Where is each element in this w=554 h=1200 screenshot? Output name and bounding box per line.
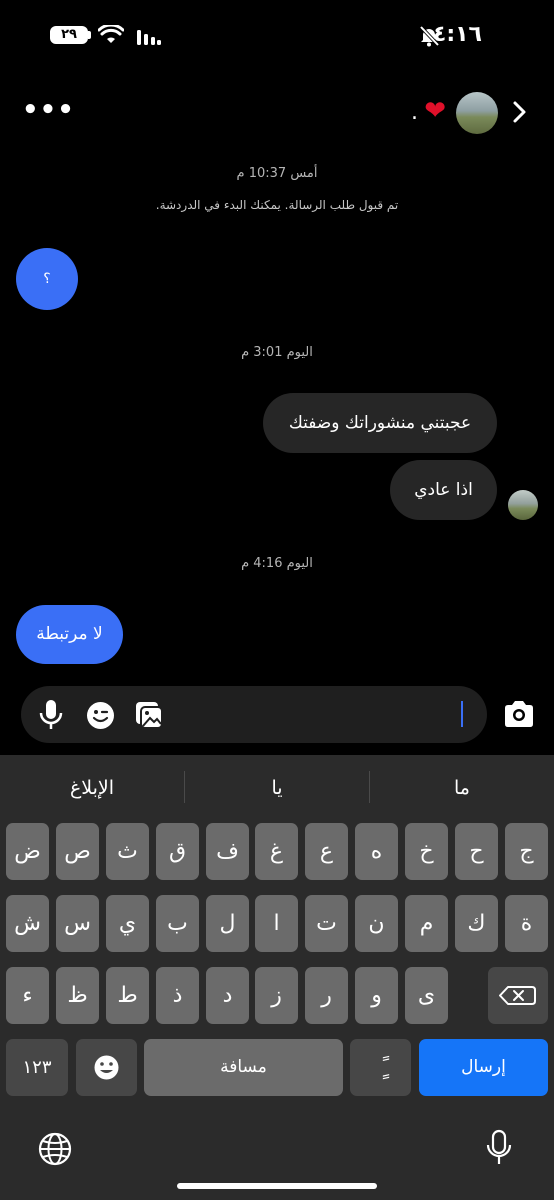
key[interactable]: ف [206,823,249,880]
received-message[interactable]: اذا عادي [390,460,497,520]
key[interactable]: ص [56,823,99,880]
timestamp: اليوم 3:01 م [241,345,313,360]
key[interactable]: س [56,895,99,952]
sticker-icon[interactable] [86,701,115,730]
key[interactable]: ء [6,967,49,1024]
chevron-right-icon[interactable] [508,100,532,124]
timestamp: أمس 10:37 م [236,166,318,181]
contact-name[interactable]: . [411,100,418,125]
sent-message[interactable]: ؟ [16,248,78,310]
key[interactable]: ي [106,895,149,952]
key[interactable]: ظ [56,967,99,1024]
key[interactable]: ق [156,823,199,880]
key[interactable]: ر [305,967,348,1024]
battery-indicator: ٢٩ [50,26,88,44]
key[interactable]: ج [505,823,548,880]
sender-avatar[interactable] [508,490,538,520]
emoji-key[interactable] [76,1039,137,1096]
battery-tip [88,31,91,39]
suggestion[interactable]: يا [185,771,369,805]
microphone-icon[interactable] [38,699,64,731]
key[interactable]: غ [255,823,298,880]
timestamp: اليوم 4:16 م [241,556,313,571]
key[interactable]: ذ [156,967,199,1024]
key[interactable]: ث [106,823,149,880]
wifi-icon [98,25,124,43]
space-key[interactable]: مسافة [144,1039,343,1096]
system-message: تم قبول طلب الرسالة. يمكنك البدء في الدر… [155,198,399,212]
signal-icon [137,30,161,45]
backspace-icon [499,986,536,1005]
diacritic-key[interactable]: ًٍ [350,1039,411,1096]
key[interactable]: ط [106,967,149,1024]
key[interactable]: ع [305,823,348,880]
key[interactable]: ش [6,895,49,952]
heart-emoji: ❤ [424,96,446,126]
home-indicator [177,1183,377,1189]
emoji-icon [94,1055,119,1080]
received-message[interactable]: عجبتني منشوراتك وضفتك [263,393,497,453]
key[interactable]: ض [6,823,49,880]
key[interactable]: ت [305,895,348,952]
backspace-key[interactable] [488,967,548,1024]
globe-icon[interactable] [37,1131,73,1167]
key[interactable]: د [206,967,249,1024]
sent-message[interactable]: لا مرتبطة [16,605,123,664]
send-key[interactable]: إرسال [419,1039,548,1096]
key[interactable]: ى [405,967,448,1024]
suggestion[interactable]: الإبلاغ [0,771,184,805]
numbers-key[interactable]: ١٢٣ [6,1039,68,1096]
camera-icon[interactable] [500,696,538,734]
suggestion-divider [184,771,185,803]
suggestion[interactable]: ما [370,771,554,805]
key[interactable]: ك [455,895,498,952]
key[interactable]: ب [156,895,199,952]
key[interactable]: ل [206,895,249,952]
key[interactable]: ة [505,895,548,952]
status-time: ٤:١٦ [432,22,482,47]
text-cursor [461,701,463,727]
key[interactable]: ن [355,895,398,952]
message-input[interactable] [180,696,450,734]
key[interactable]: ح [455,823,498,880]
key[interactable]: ه [355,823,398,880]
key[interactable]: م [405,895,448,952]
gallery-icon[interactable] [134,700,164,730]
more-options-icon[interactable]: ••• [22,97,75,123]
key[interactable]: و [355,967,398,1024]
key[interactable]: ز [255,967,298,1024]
key[interactable]: خ [405,823,448,880]
suggestion-divider [369,771,370,803]
key[interactable]: ا [255,895,298,952]
contact-avatar[interactable] [456,92,498,134]
dictation-mic-icon[interactable] [485,1128,513,1168]
